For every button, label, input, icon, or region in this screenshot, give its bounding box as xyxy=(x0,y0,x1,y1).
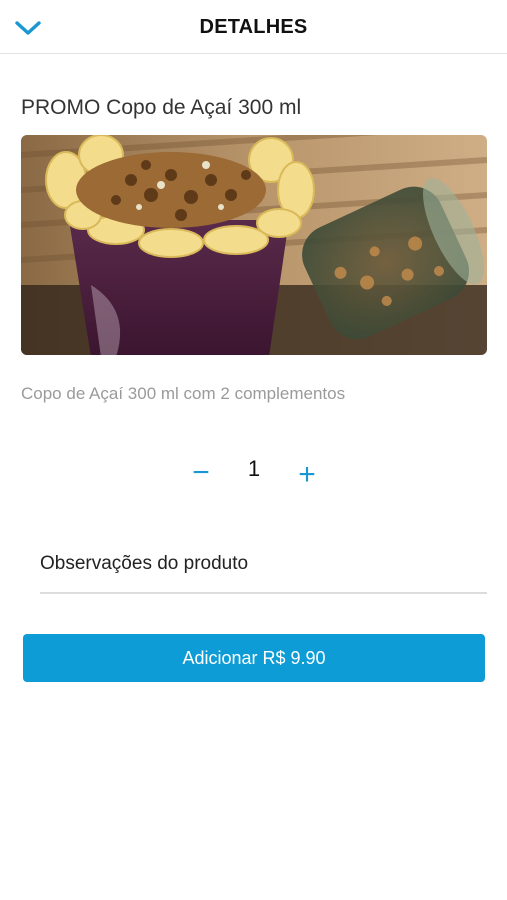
page-title: DETALHES xyxy=(199,16,308,38)
top-bar: DETALHES xyxy=(0,0,507,54)
quantity-value: 1 xyxy=(247,456,261,481)
product-image xyxy=(21,135,487,355)
increase-quantity-button[interactable]: + xyxy=(292,458,322,492)
add-to-cart-button[interactable]: Adicionar R$ 9.90 xyxy=(23,634,485,682)
decrease-quantity-button[interactable]: − xyxy=(186,456,216,490)
quantity-stepper: − 1 + xyxy=(0,452,507,496)
product-name: PROMO Copo de Açaí 300 ml xyxy=(21,96,302,119)
product-details-screen: DETALHES PROMO Copo de Açaí 300 ml Copo … xyxy=(0,0,507,900)
product-notes-label: Observações do produto xyxy=(40,553,249,574)
product-notes-field[interactable]: Observações do produto xyxy=(40,548,487,594)
product-description: Copo de Açaí 300 ml com 2 complementos xyxy=(21,384,346,403)
